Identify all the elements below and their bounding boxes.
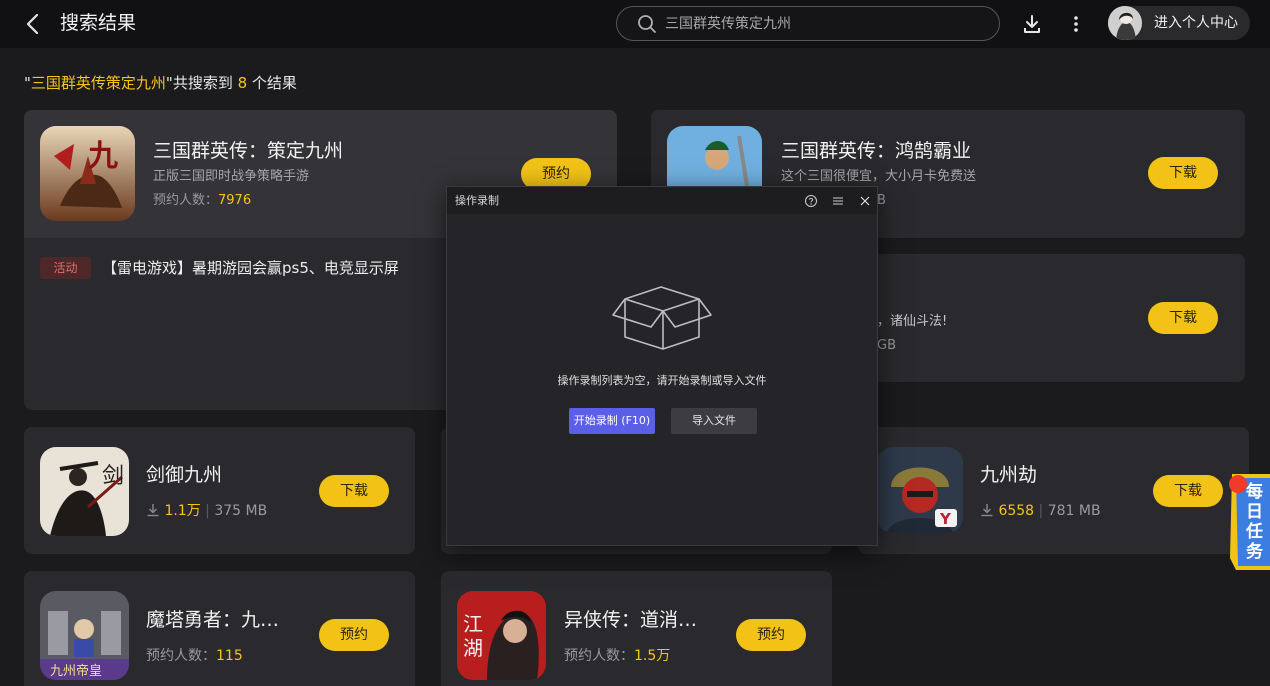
game-desc: 这个三国很便宜，大小月卡免费送: [781, 169, 977, 184]
game-icon-mota[interactable]: 九州帝皇: [40, 591, 129, 680]
game-stat: 预约人数：1.5万: [564, 648, 671, 664]
game-icon-jiuzhoujie[interactable]: Y: [877, 447, 963, 533]
avatar: [1108, 6, 1142, 40]
activity-tag: 活动: [40, 257, 91, 279]
daily-task-char: 每: [1246, 482, 1263, 502]
game-name[interactable]: 九州劫: [980, 462, 1037, 488]
reserve-button[interactable]: 预约: [736, 619, 806, 651]
user-center-button[interactable]: 进入个人中心: [1108, 6, 1250, 40]
svg-text:九: 九: [88, 139, 118, 174]
game-icon-jianyu[interactable]: 剑: [40, 447, 129, 536]
daily-task-char: 日: [1246, 502, 1263, 522]
daily-task-char: 任: [1246, 522, 1263, 542]
close-icon[interactable]: [858, 193, 872, 207]
search-input[interactable]: 三国群英传策定九州: [616, 6, 1000, 41]
back-icon[interactable]: [22, 10, 46, 38]
page-title: 搜索结果: [60, 12, 137, 34]
game-desc: 正版三国即时战争策略手游: [153, 169, 310, 184]
menu-icon[interactable]: [831, 193, 845, 207]
game-icon-sanguo-jiuzhou[interactable]: 九: [40, 126, 135, 221]
svg-text:江: 江: [463, 612, 483, 636]
game-name[interactable]: 三国群英传：鸿鹄霸业: [781, 138, 971, 164]
search-query-text: 三国群英传策定九州: [665, 16, 791, 32]
download-button[interactable]: 下载: [1148, 302, 1218, 334]
activity-link[interactable]: 【雷电游戏】暑期游园会赢ps5、电竞显示屏: [102, 257, 399, 279]
result-count: 8: [237, 74, 248, 92]
summary-query: 三国群英传策定九州: [30, 74, 166, 92]
game-size: GB: [877, 338, 896, 353]
search-summary: "三国群英传策定九州"共搜索到 8 个结果: [24, 74, 297, 92]
download-button[interactable]: 下载: [319, 475, 389, 507]
svg-text:Y: Y: [939, 510, 952, 528]
game-stat: 预约人数：115: [146, 648, 243, 664]
game-name[interactable]: 魔塔勇者：九…: [146, 607, 279, 633]
download-count-icon: [147, 504, 159, 517]
help-icon[interactable]: [804, 193, 818, 207]
svg-text:湖: 湖: [463, 636, 483, 660]
svg-text:剑: 剑: [102, 464, 124, 489]
game-downloads: 1.1万 | 375 MB: [146, 502, 267, 520]
game-icon-yixia[interactable]: 江湖: [457, 591, 546, 680]
dialog-title: 操作录制: [455, 194, 499, 207]
start-record-button[interactable]: 开始录制 (F10): [569, 408, 655, 434]
game-desc: ，诸仙斗法!: [877, 314, 948, 329]
user-center-label: 进入个人中心: [1154, 15, 1238, 31]
game-size: B: [877, 193, 886, 208]
empty-message: 操作录制列表为空，请开始录制或导入文件: [557, 374, 767, 387]
svg-text:九州帝皇: 九州帝皇: [50, 663, 102, 679]
download-button[interactable]: 下载: [1153, 475, 1223, 507]
operation-record-dialog: 操作录制 操作录制列表为空，请开始录制或导入文件 开始录制 (F10) 导入文件: [446, 186, 878, 546]
download-count-icon: [981, 504, 993, 517]
reserve-button[interactable]: 预约: [319, 619, 389, 651]
game-stat: 预约人数：7976: [153, 193, 252, 208]
game-name[interactable]: 异侠传：道消…: [564, 607, 697, 633]
download-button[interactable]: 下载: [1148, 157, 1218, 189]
download-icon[interactable]: [1020, 12, 1044, 36]
import-file-button[interactable]: 导入文件: [671, 408, 757, 434]
daily-task-badge[interactable]: 每 日 任 务: [1228, 472, 1270, 572]
search-icon: [637, 14, 657, 34]
more-icon[interactable]: [1066, 12, 1086, 36]
dialog-header: 操作录制: [447, 187, 877, 214]
game-downloads: 6558 | 781 MB: [980, 502, 1101, 520]
daily-task-char: 务: [1246, 542, 1263, 562]
empty-box-icon: [611, 279, 715, 351]
top-bar: 搜索结果 三国群英传策定九州 进入个人中心: [0, 0, 1270, 48]
game-name[interactable]: 三国群英传：策定九州: [153, 138, 343, 164]
game-name[interactable]: 剑御九州: [146, 462, 222, 488]
